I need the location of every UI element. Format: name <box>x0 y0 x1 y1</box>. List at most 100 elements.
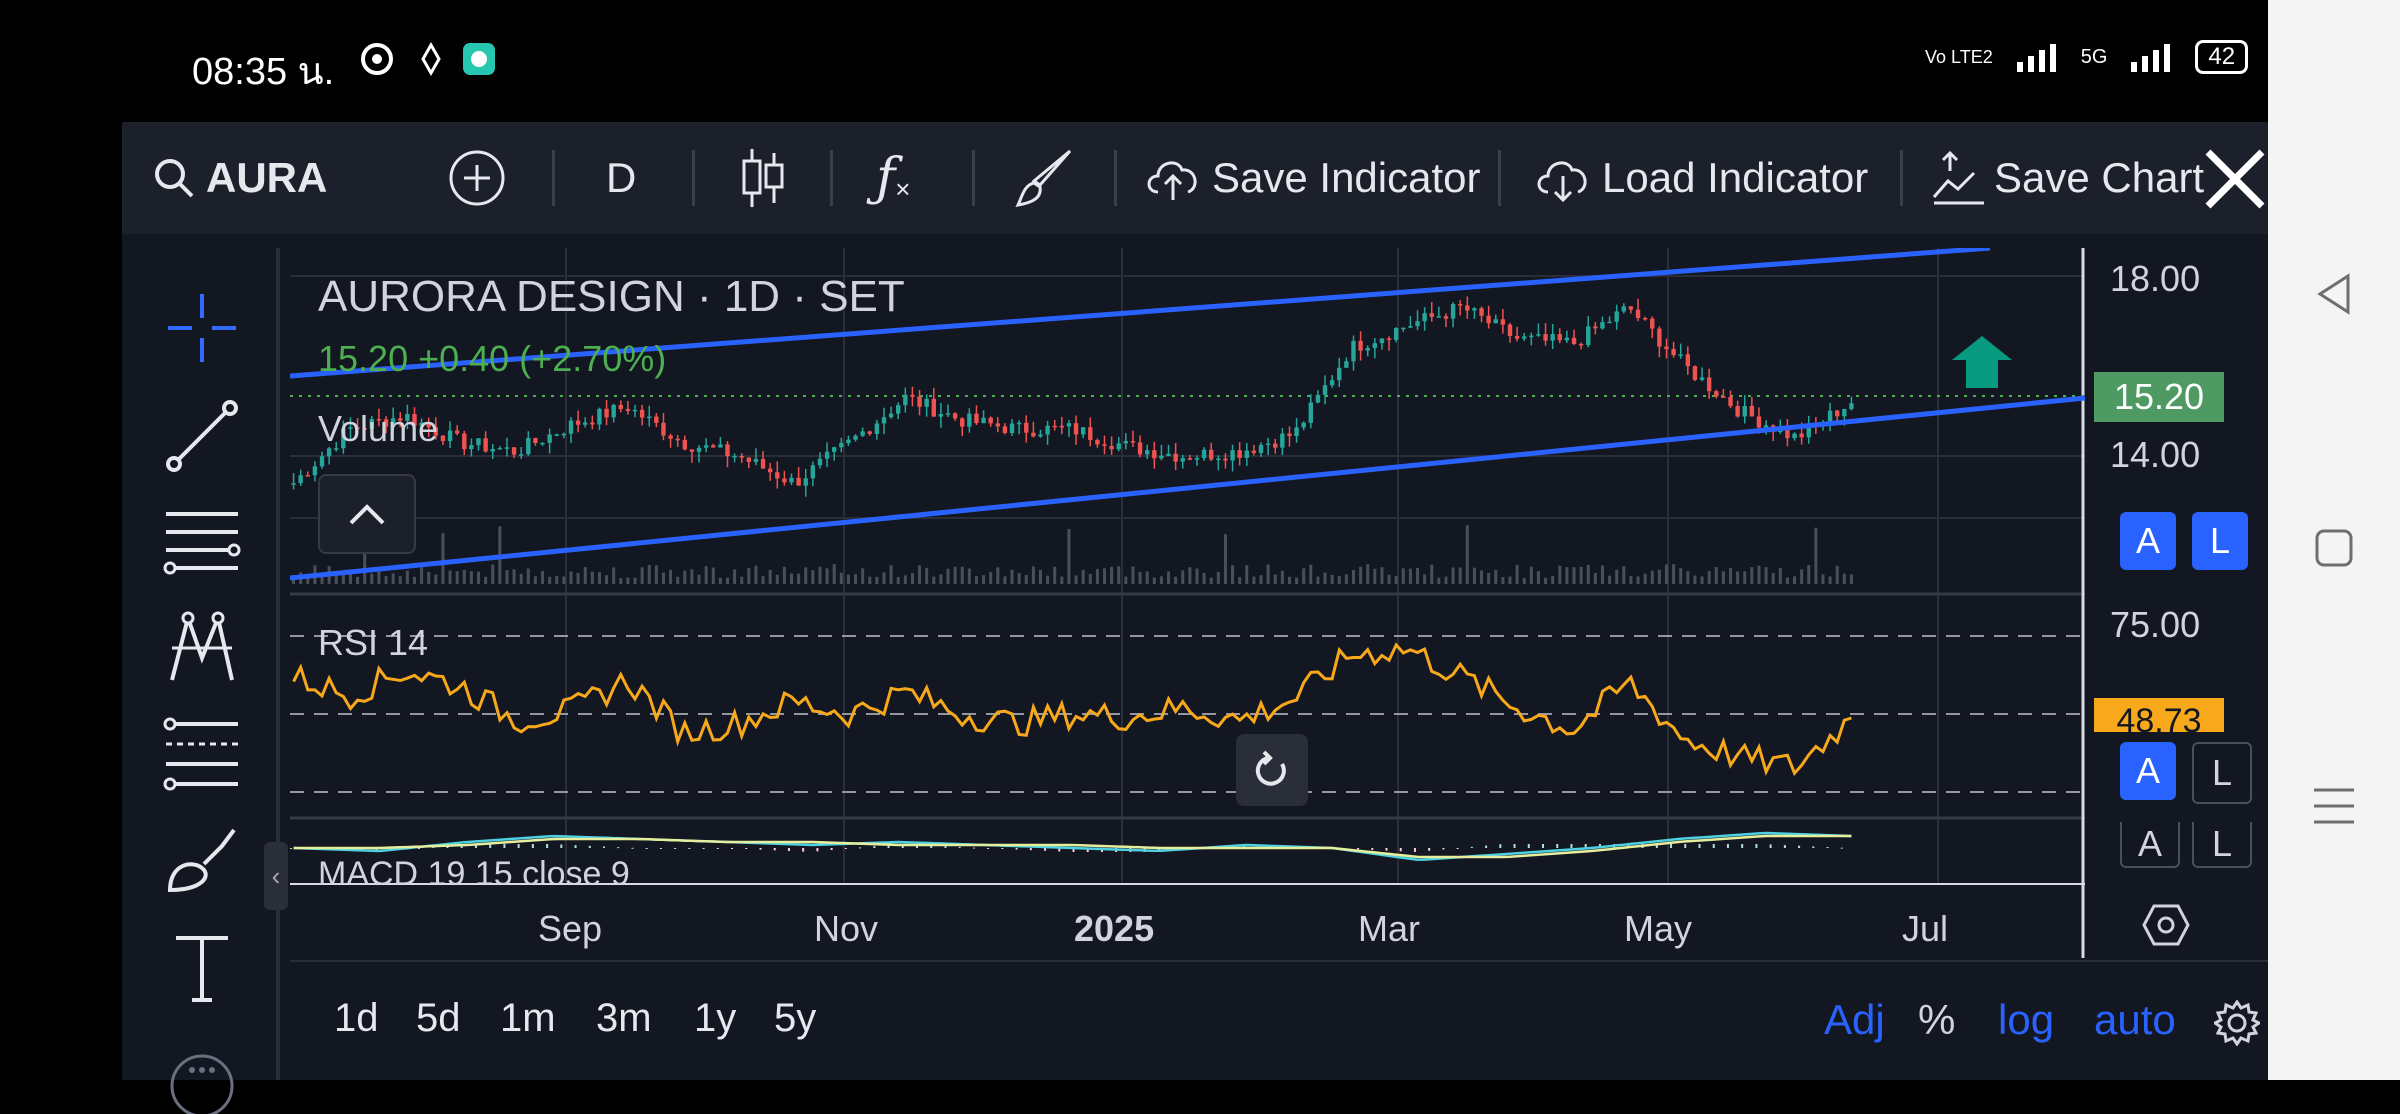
macd-histogram-bar <box>1470 846 1473 848</box>
adjust-toggle[interactable]: Adj <box>1824 996 1885 1044</box>
auto-scale-button[interactable]: A <box>2120 512 2176 570</box>
time-label: Nov <box>814 908 879 949</box>
drawing-brush-button[interactable] <box>1012 122 1078 234</box>
text-tool-icon[interactable] <box>162 928 242 1008</box>
volume-bar <box>1216 571 1220 584</box>
volume-bar <box>1615 569 1619 584</box>
volume-bar <box>1828 576 1832 584</box>
range-1y[interactable]: 1y <box>694 996 736 1041</box>
volume-bar <box>555 575 559 584</box>
candle-body <box>1315 394 1321 403</box>
candle-body <box>469 445 474 450</box>
candle-body <box>1600 322 1605 329</box>
volume-bar <box>1714 566 1718 584</box>
volume-bar <box>768 569 772 584</box>
candle-body <box>1080 427 1086 435</box>
more-tools-icon[interactable] <box>162 1034 242 1114</box>
collapse-legend-button[interactable] <box>318 474 416 554</box>
volume-bar <box>512 569 516 584</box>
candle-body <box>1294 427 1299 437</box>
candle-body <box>1749 405 1755 417</box>
back-icon[interactable] <box>2314 272 2354 316</box>
volume-bar <box>725 577 729 584</box>
volume-bar <box>825 568 829 584</box>
brush-draw-icon[interactable] <box>162 820 242 900</box>
macd-log-scale-button[interactable]: L <box>2192 822 2252 868</box>
volume-bar <box>1095 569 1099 584</box>
candle-body <box>483 438 488 452</box>
range-5d[interactable]: 5d <box>416 996 461 1041</box>
volume-bar <box>1174 576 1178 584</box>
volume-bar <box>1145 571 1149 584</box>
macd-histogram-bar <box>645 848 648 849</box>
candle-body <box>1273 443 1278 448</box>
load-indicator-button[interactable]: Load Indicator <box>1532 122 1868 234</box>
macd-auto-scale-button[interactable]: A <box>2120 822 2180 868</box>
volume-bar <box>569 571 573 584</box>
volume-bar <box>448 570 452 584</box>
volume-bar <box>1081 569 1085 584</box>
collapse-toolbar-icon[interactable]: ‹ <box>264 842 288 910</box>
volume-bar <box>477 571 481 584</box>
percent-toggle[interactable]: % <box>1918 996 1955 1044</box>
time-axis[interactable]: Sep Nov 2025 Mar May Jul <box>290 882 2085 958</box>
candle-body <box>1258 444 1264 453</box>
log-scale-button[interactable]: L <box>2192 512 2248 570</box>
candle-body <box>1393 328 1399 340</box>
candle-body <box>824 451 830 459</box>
macd-histogram-bar <box>1485 845 1488 848</box>
candle-body <box>305 475 310 477</box>
indicators-button[interactable]: ƒ × <box>876 122 910 234</box>
price-scale[interactable]: 18.00 15.20 14.00 A L 75.00 48.73 A L A … <box>2082 248 2268 958</box>
menu-icon[interactable] <box>2312 786 2356 826</box>
log-toggle[interactable]: log <box>1998 996 2054 1044</box>
volume-bar <box>960 566 964 584</box>
reset-chart-button[interactable] <box>1236 734 1308 806</box>
save-indicator-button[interactable]: Save Indicator <box>1142 122 1481 234</box>
macd-histogram-bar <box>1001 848 1004 849</box>
range-1m[interactable]: 1m <box>500 996 556 1041</box>
auto-toggle[interactable]: auto <box>2094 996 2176 1044</box>
candle-body <box>1024 422 1029 433</box>
home-icon[interactable] <box>2314 528 2354 568</box>
interval-button[interactable]: D <box>606 122 636 234</box>
toolbar-divider <box>972 150 975 206</box>
fib-retracement-icon[interactable] <box>162 714 242 794</box>
candle-body <box>1450 304 1456 319</box>
close-icon[interactable] <box>2202 146 2268 212</box>
candle-body <box>1351 340 1356 362</box>
candle-body <box>447 430 453 442</box>
crosshair-icon[interactable] <box>162 288 242 368</box>
volume-bar <box>1565 567 1569 584</box>
candle-body <box>960 418 965 427</box>
pattern-tool-icon[interactable] <box>162 608 242 688</box>
macd-histogram-bar <box>1385 848 1388 851</box>
volume-bar <box>1031 566 1035 584</box>
range-3m[interactable]: 3m <box>596 996 652 1041</box>
range-1d[interactable]: 1d <box>334 996 379 1041</box>
candle-body <box>981 417 986 424</box>
macd-histogram-bar <box>1442 848 1445 850</box>
volume-bar <box>484 576 488 584</box>
rsi-auto-scale-button[interactable]: A <box>2120 742 2176 800</box>
volume-bar <box>704 566 708 584</box>
volume-bar <box>1501 577 1505 584</box>
macd-histogram-bar <box>1527 844 1530 848</box>
horizontal-lines-icon[interactable] <box>162 502 242 582</box>
candle-body <box>1678 354 1683 356</box>
candle-body <box>1571 337 1577 344</box>
add-symbol-button[interactable] <box>447 122 507 234</box>
scale-settings-icon[interactable] <box>2142 902 2190 948</box>
symbol-label: AURA <box>206 154 328 201</box>
volume-bar <box>1010 569 1014 584</box>
chart-type-button[interactable] <box>738 122 788 234</box>
settings-gear-icon[interactable] <box>2214 1000 2260 1046</box>
range-5y[interactable]: 5y <box>774 996 816 1041</box>
trend-line-icon[interactable] <box>162 396 242 476</box>
macd-histogram-bar <box>659 848 662 849</box>
rsi-log-scale-button[interactable]: L <box>2192 742 2252 804</box>
volume-bar <box>1380 567 1384 584</box>
candle-body <box>1308 402 1314 423</box>
candle-body <box>1642 317 1648 320</box>
symbol-search[interactable]: AURA <box>152 122 327 234</box>
